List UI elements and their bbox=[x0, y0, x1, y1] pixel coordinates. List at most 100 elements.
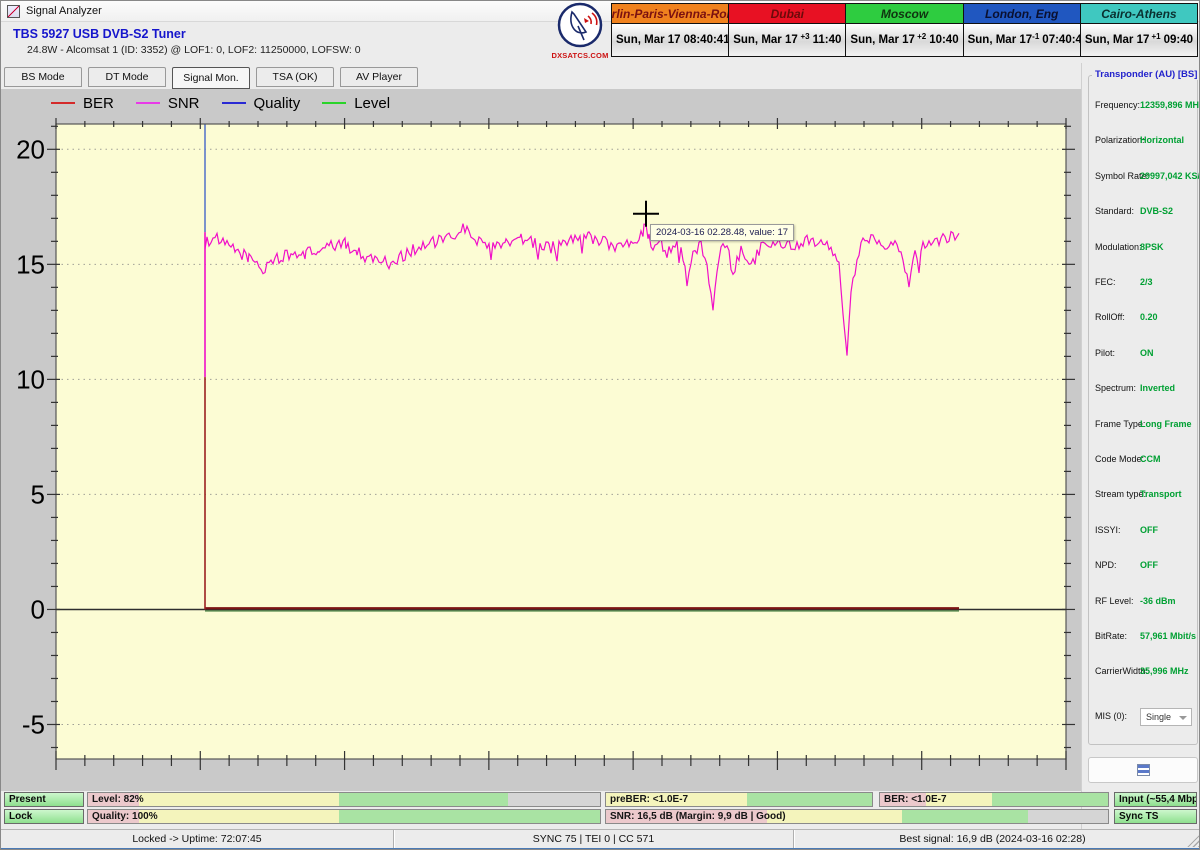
y-axis-tick-label: 5 bbox=[31, 479, 45, 509]
transponder-row-rolloff: RollOff:0.20 bbox=[1089, 312, 1199, 326]
clock-time: 11:40 bbox=[813, 34, 842, 46]
transponder-title: Transponder (AU) [BS] bbox=[1092, 69, 1200, 80]
transponder-groupbox: Transponder (AU) [BS] Frequency:12359,89… bbox=[1088, 75, 1198, 745]
mis-selected-value: Single bbox=[1146, 712, 1171, 722]
clock-cairo-athens: Cairo-Athens Sun, Mar 17+1 09:40 bbox=[1080, 4, 1197, 56]
satellite-dish-icon bbox=[554, 2, 606, 50]
transponder-value: Horizontal bbox=[1140, 135, 1184, 145]
clock-time-row: Sun, Mar 17-107:40:41 bbox=[964, 24, 1080, 56]
clock-utc-offset: +3 bbox=[801, 32, 810, 41]
transponder-row-fec: FEC:2/3 bbox=[1089, 277, 1199, 291]
indicator-present: Present bbox=[4, 792, 84, 807]
transponder-label: Modulation: bbox=[1095, 242, 1142, 252]
gauge-label: SNR: 16,5 dB (Margin: 9,9 dB | Good) bbox=[610, 810, 786, 823]
clock-dubai: Dubai Sun, Mar 17+311:40 bbox=[728, 4, 845, 56]
tab-tsa-ok[interactable]: TSA (OK) bbox=[256, 67, 334, 87]
gauge-level: Level: 82% bbox=[87, 792, 601, 807]
y-axis-tick-label: -5 bbox=[22, 709, 45, 739]
gauge-segment-green bbox=[747, 793, 872, 806]
status-lock-uptime: Locked -> Uptime: 72:07:45 bbox=[1, 830, 394, 848]
transponder-row-rf-level: RF Level:-36 dBm bbox=[1089, 596, 1199, 610]
legend-label: BER bbox=[83, 95, 114, 112]
signal-chart[interactable]: -505101520 bbox=[1, 117, 1081, 791]
gauge-segment-green bbox=[339, 810, 600, 823]
transponder-label: Frequency: bbox=[1095, 100, 1140, 110]
transponder-label: Spectrum: bbox=[1095, 383, 1136, 393]
legend-line-swatch bbox=[222, 102, 246, 104]
clock-time-row: Sun, Mar 17+210:40 bbox=[846, 24, 962, 56]
legend-line-swatch bbox=[322, 102, 346, 104]
clock-city-label: Dubai bbox=[729, 4, 845, 24]
log-report-button[interactable] bbox=[1088, 757, 1198, 783]
mis-row: MIS (0): Single bbox=[1089, 711, 1199, 725]
logo-caption: DXSATCS.COM bbox=[549, 51, 611, 60]
transponder-label: Standard: bbox=[1095, 206, 1134, 216]
transponder-value: 29997,042 KS/s bbox=[1140, 171, 1200, 181]
resize-grip[interactable] bbox=[1187, 834, 1200, 847]
mis-label: MIS (0): bbox=[1095, 711, 1127, 721]
transponder-row-standard: Standard: DVB-S2 bbox=[1089, 206, 1199, 220]
clock-moscow: MoscowSun, Mar 17+210:40 bbox=[845, 4, 962, 56]
clock-city-label: Moscow bbox=[846, 4, 962, 24]
transponder-value: -36 dBm bbox=[1140, 596, 1176, 606]
clock-utc-offset: -1 bbox=[1032, 32, 1039, 41]
status-sync-counters: SYNC 75 | TEI 0 | CC 571 bbox=[394, 830, 794, 848]
clock-utc-offset: +1 bbox=[1151, 32, 1160, 41]
gauge-label: Level: 82% bbox=[92, 793, 144, 806]
indicator-sync-ts: Sync TS bbox=[1114, 809, 1197, 824]
transponder-row-bitrate: BitRate:57,961 Mbit/s bbox=[1089, 631, 1199, 645]
gauge-segment-gray bbox=[508, 793, 600, 806]
transponder-label: Frame Type: bbox=[1095, 419, 1145, 429]
transponder-value: DVB-S2 bbox=[1140, 206, 1173, 216]
y-axis-tick-label: 15 bbox=[16, 249, 45, 279]
transponder-value: 12359,896 MHz bbox=[1140, 100, 1200, 110]
chart-legend: BER SNR Quality Level bbox=[1, 89, 1081, 117]
clock-date: Sun, Mar 17 bbox=[1085, 34, 1152, 46]
gauge-label: BER: <1.0E-7 bbox=[884, 793, 947, 806]
transponder-label: FEC: bbox=[1095, 277, 1116, 287]
tab-signal-mon[interactable]: Signal Mon. bbox=[172, 67, 250, 89]
tuner-details: 24.8W - Alcomsat 1 (ID: 3352) @ LOF1: 0,… bbox=[27, 44, 361, 56]
gauge-ber: BER: <1.0E-7 bbox=[879, 792, 1109, 807]
legend-item-quality: Quality bbox=[222, 95, 301, 112]
gauge-snr: SNR: 16,5 dB (Margin: 9,9 dB | Good) bbox=[605, 809, 1109, 824]
transponder-row-symbol-rate: Symbol Rate:29997,042 KS/s bbox=[1089, 171, 1199, 185]
clock-time-row: Sun, Mar 17+1 09:40 bbox=[1081, 24, 1197, 56]
gauge-quality: Quality: 100% bbox=[87, 809, 601, 824]
gauge-segment-green bbox=[339, 793, 508, 806]
clock-london-eng: London, EngSun, Mar 17-107:40:41 bbox=[963, 4, 1080, 56]
legend-label: Level bbox=[354, 95, 390, 112]
y-axis-tick-label: 0 bbox=[31, 594, 45, 624]
transponder-row-frequency: Frequency:12359,896 MHz bbox=[1089, 100, 1199, 114]
clock-date: Sun, Mar 17 bbox=[968, 34, 1033, 46]
transponder-row-modulation: Modulation:8PSK bbox=[1089, 242, 1199, 256]
gauge-label: Quality: 100% bbox=[92, 810, 158, 823]
legend-item-ber: BER bbox=[51, 95, 114, 112]
transponder-label: NPD: bbox=[1095, 560, 1117, 570]
clock-time-row: Sun, Mar 1708:40:41 bbox=[612, 24, 728, 56]
clock-city-label: Cairo-Athens bbox=[1081, 4, 1197, 24]
gauge-segment-green bbox=[992, 793, 1108, 806]
gauge-segment-green bbox=[902, 810, 1028, 823]
legend-item-level: Level bbox=[322, 95, 390, 112]
tab-av-player[interactable]: AV Player bbox=[340, 67, 418, 87]
clock-date: Sun, Mar 17 bbox=[733, 34, 800, 46]
tab-dt-mode[interactable]: DT Mode bbox=[88, 67, 166, 87]
transponder-label: Stream type: bbox=[1095, 489, 1146, 499]
clock-city-label: London, Eng bbox=[964, 4, 1080, 24]
legend-item-snr: SNR bbox=[136, 95, 200, 112]
tuner-name: TBS 5927 USB DVB-S2 Tuner bbox=[13, 27, 361, 41]
indicator-lock: Lock bbox=[4, 809, 84, 824]
chart-tooltip: 2024-03-16 02.28.48, value: 17 bbox=[650, 224, 794, 241]
transponder-value: 57,961 Mbit/s bbox=[1140, 631, 1196, 641]
legend-label: SNR bbox=[168, 95, 200, 112]
transponder-label: Polarization: bbox=[1095, 135, 1145, 145]
transponder-value: OFF bbox=[1140, 560, 1158, 570]
tab-bs-mode[interactable]: BS Mode bbox=[4, 67, 82, 87]
legend-line-swatch bbox=[136, 102, 160, 104]
clock-time: 08:40:41 bbox=[684, 34, 730, 46]
clock-time: 09:40 bbox=[1164, 34, 1193, 46]
gauge-segment-yellow bbox=[139, 793, 339, 806]
mis-select[interactable]: Single bbox=[1140, 708, 1192, 726]
transponder-row-polarization: Polarization:Horizontal bbox=[1089, 135, 1199, 149]
